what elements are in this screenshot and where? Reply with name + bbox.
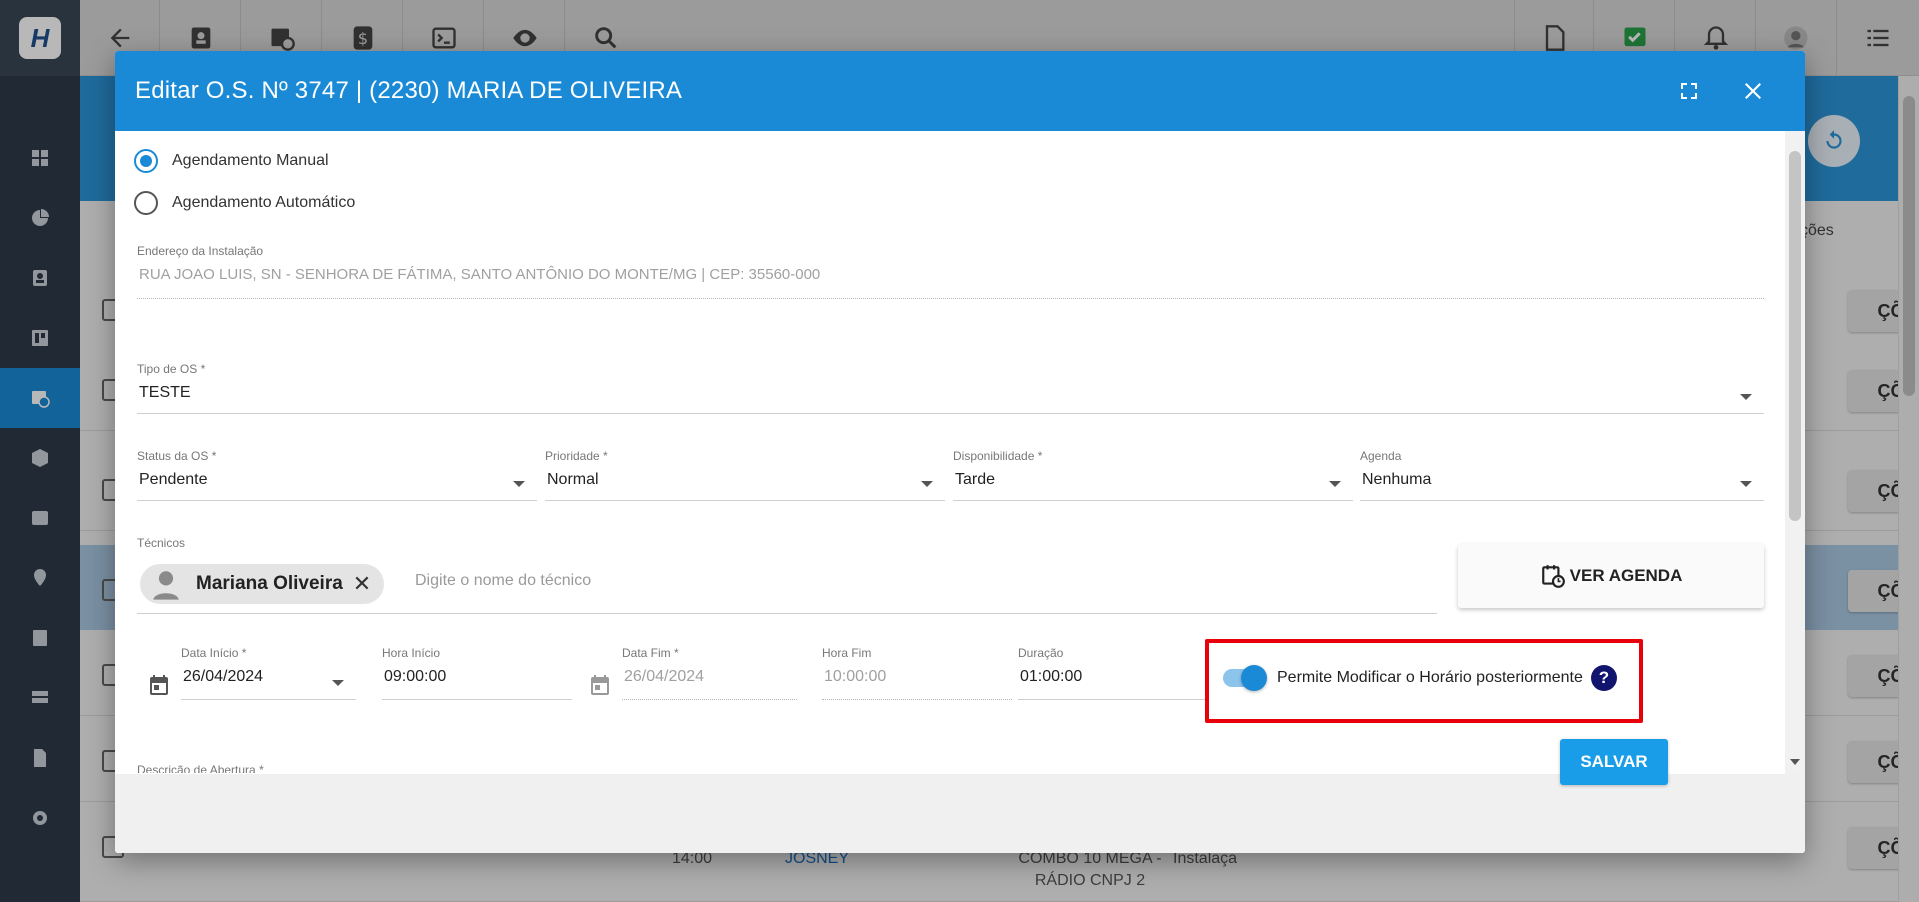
- duration-value: 01:00:00: [1020, 668, 1083, 685]
- agenda-select[interactable]: Agenda Nenhuma: [1360, 449, 1764, 501]
- availability-select[interactable]: Disponibilidade * Tarde: [953, 449, 1353, 501]
- radio-manual-scheduling[interactable]: Agendamento Manual: [134, 149, 329, 173]
- order-type-select[interactable]: Tipo de OS * TESTE: [137, 362, 1764, 414]
- person-icon: [153, 571, 179, 600]
- start-date-value: 26/04/2024: [183, 668, 264, 685]
- allow-modify-highlight: Permite Modificar o Horário posteriormen…: [1205, 639, 1643, 723]
- end-time-value: 10:00:00: [824, 668, 887, 685]
- radio-manual-indicator[interactable]: [134, 149, 158, 173]
- priority-value: Normal: [547, 471, 599, 488]
- description-label: Descrição de Abertura *: [137, 763, 264, 773]
- status-label: Status da OS *: [137, 449, 217, 463]
- radio-manual-label: Agendamento Manual: [172, 152, 329, 169]
- address-label: Endereço da Instalação: [137, 244, 264, 258]
- chevron-down-icon: [513, 481, 525, 487]
- end-date-label: Data Fim *: [622, 646, 679, 660]
- fullscreen-icon: [1681, 83, 1697, 99]
- start-time-field[interactable]: Hora Início 09:00:00: [382, 646, 572, 700]
- calendar-clock-icon: [1541, 565, 1565, 588]
- calendar-icon: [588, 673, 612, 697]
- calendar-icon[interactable]: [147, 673, 171, 697]
- help-icon[interactable]: ?: [1591, 665, 1617, 691]
- radio-auto-scheduling[interactable]: Agendamento Automático: [134, 191, 355, 215]
- save-button[interactable]: SALVAR: [1560, 739, 1668, 785]
- radio-auto-indicator[interactable]: [134, 191, 158, 215]
- modal-header: Editar O.S. Nº 3747 | (2230) MARIA DE OL…: [115, 51, 1805, 131]
- end-date-value: 26/04/2024: [624, 668, 705, 685]
- technician-chip[interactable]: Mariana Oliveira ✕: [140, 564, 384, 604]
- order-type-label: Tipo de OS *: [137, 362, 206, 376]
- address-value: RUA JOAO LUIS, SN - SENHORA DE FÁTIMA, S…: [139, 266, 821, 283]
- availability-label: Disponibilidade *: [953, 449, 1043, 463]
- technician-search-input[interactable]: Digite o nome do técnico: [415, 572, 591, 590]
- duration-label: Duração: [1018, 646, 1064, 660]
- order-type-value: TESTE: [139, 384, 191, 401]
- end-date-field: Data Fim * 26/04/2024: [622, 646, 797, 700]
- chevron-down-icon: [1740, 481, 1752, 487]
- radio-auto-label: Agendamento Automático: [172, 194, 356, 211]
- technician-chip-name: Mariana Oliveira: [196, 573, 343, 594]
- allow-modify-toggle[interactable]: [1223, 665, 1267, 691]
- fullscreen-button[interactable]: [1671, 73, 1707, 109]
- view-agenda-button[interactable]: VER AGENDA: [1458, 544, 1764, 608]
- chevron-down-icon: [1740, 394, 1752, 400]
- allow-modify-label: Permite Modificar o Horário posteriormen…: [1277, 669, 1583, 686]
- chevron-down-icon: [1329, 481, 1341, 487]
- modal-footer: [115, 774, 1805, 853]
- end-time-label: Hora Fim: [822, 646, 872, 660]
- description-label-clip: Descrição de Abertura *: [137, 763, 1637, 773]
- close-button[interactable]: [1735, 73, 1771, 109]
- start-date-label: Data Início *: [181, 646, 247, 660]
- chip-remove-icon[interactable]: ✕: [353, 571, 371, 597]
- end-time-field: Hora Fim 10:00:00: [822, 646, 1012, 700]
- start-time-label: Hora Início: [382, 646, 441, 660]
- status-value: Pendente: [139, 471, 208, 488]
- view-agenda-label: VER AGENDA: [1569, 566, 1683, 585]
- modal-scrollbar[interactable]: [1785, 131, 1805, 774]
- chevron-down-icon: [332, 680, 344, 686]
- duration-field[interactable]: Duração 01:00:00: [1018, 646, 1208, 700]
- start-time-value: 09:00:00: [384, 668, 447, 685]
- availability-value: Tarde: [955, 471, 996, 488]
- agenda-value: Nenhuma: [1362, 471, 1432, 488]
- close-icon: [1745, 83, 1761, 99]
- priority-label: Prioridade *: [545, 449, 608, 463]
- address-field: Endereço da Instalação RUA JOAO LUIS, SN…: [137, 244, 1764, 299]
- status-select[interactable]: Status da OS * Pendente: [137, 449, 537, 501]
- avatar: [146, 564, 186, 604]
- chevron-down-icon: [921, 481, 933, 487]
- start-date-field[interactable]: Data Início * 26/04/2024: [181, 646, 356, 700]
- technicians-label: Técnicos: [137, 536, 186, 550]
- agenda-label: Agenda: [1360, 449, 1402, 463]
- modal-title: Editar O.S. Nº 3747 | (2230) MARIA DE OL…: [135, 77, 683, 104]
- priority-select[interactable]: Prioridade * Normal: [545, 449, 945, 501]
